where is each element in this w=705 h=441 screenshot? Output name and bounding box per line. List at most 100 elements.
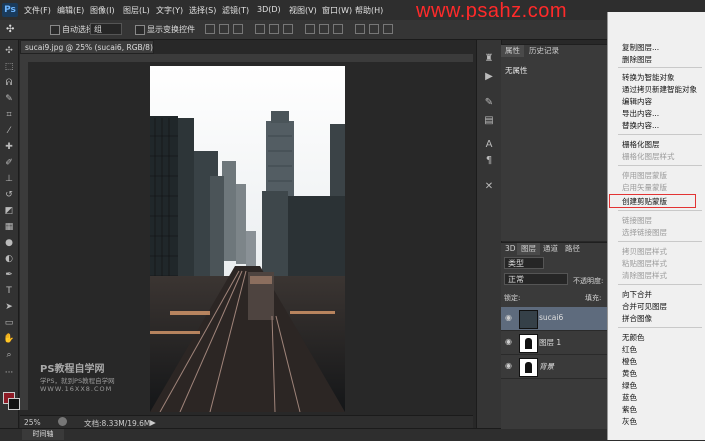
auto-select-checkbox[interactable] [50,25,60,35]
distribute-left-icon[interactable] [355,24,365,34]
menu-delete-layer[interactable]: 删除图层 [622,54,652,65]
menu-new-smart-object-via-copy[interactable]: 通过拷贝新建智能对象 [622,84,697,95]
menu-replace-contents[interactable]: 替换内容... [622,120,659,131]
lasso-icon[interactable]: ᕱ [2,76,16,90]
menu-view[interactable]: 视图(V) [289,5,317,16]
healing-brush-icon[interactable]: ✚ [2,140,16,154]
blend-mode-dropdown[interactable]: 正常 [504,273,568,285]
show-transform-checkbox[interactable] [135,25,145,35]
document-image[interactable] [150,66,345,412]
menu-edit-contents[interactable]: 编辑内容 [622,96,652,107]
menu-color-red[interactable]: 红色 [622,344,637,355]
menu-rasterize-layer[interactable]: 栅格化图层 [622,139,660,150]
eraser-icon[interactable]: ◩ [2,204,16,218]
menu-copy-layer-style[interactable]: 拷贝图层样式 [622,246,667,257]
visibility-eye-icon[interactable]: ◉ [505,337,514,346]
menu-clear-layer-style[interactable]: 清除图层样式 [622,270,667,281]
menu-color-none[interactable]: 无颜色 [622,332,645,343]
document-tab[interactable]: sucai9.jpg @ 25% (sucai6, RGB/8) * × [20,40,154,66]
menu-flatten-image[interactable]: 拼合图像 [622,313,652,324]
character-panel-icon[interactable]: A [482,138,496,152]
menu-link-layers[interactable]: 链接图层 [622,215,652,226]
menu-color-yellow[interactable]: 黄色 [622,368,637,379]
paragraph-panel-icon[interactable]: ¶ [482,154,496,168]
align-vcenter-icon[interactable] [219,24,229,34]
menu-edit[interactable]: 编辑(E) [57,5,84,16]
menu-color-violet[interactable]: 紫色 [622,404,637,415]
align-left-icon[interactable] [255,24,265,34]
menu-export-contents[interactable]: 导出内容... [622,108,659,119]
layer-kind-filter[interactable]: 类型 [504,257,544,269]
distribute-top-icon[interactable] [305,24,315,34]
align-hcenter-icon[interactable] [269,24,279,34]
visibility-eye-icon[interactable]: ◉ [505,361,514,370]
more-tools-icon[interactable]: ··· [2,366,16,380]
menu-filter[interactable]: 滤镜(T) [222,5,249,16]
menu-file[interactable]: 文件(F) [24,5,51,16]
distribute-vcenter-icon[interactable] [319,24,329,34]
tab-paths[interactable]: 路径 [561,243,584,255]
shape-icon[interactable]: ▭ [2,316,16,330]
align-right-icon[interactable] [283,24,293,34]
gradient-icon[interactable]: ▦ [2,220,16,234]
visibility-eye-icon[interactable]: ◉ [505,313,514,322]
menu-merge-down[interactable]: 向下合并 [622,289,652,300]
type-icon[interactable]: T [2,284,16,298]
menu-help[interactable]: 帮助(H) [355,5,383,16]
menu-color-green[interactable]: 绿色 [622,380,637,391]
eyedropper-icon[interactable]: ⁄ [2,124,16,138]
clone-stamp-icon[interactable]: ⊥ [2,172,16,186]
align-bottom-icon[interactable] [233,24,243,34]
menu-color-blue[interactable]: 蓝色 [622,392,637,403]
menu-layer[interactable]: 图层(L) [123,5,150,16]
clone-source-icon[interactable]: ▤ [482,114,496,128]
menu-3d[interactable]: 3D(D) [257,5,281,14]
move-tool-icon[interactable]: ✣ [6,24,14,35]
menu-color-orange[interactable]: 橙色 [622,356,637,367]
auto-select-dropdown[interactable]: 组 [90,23,122,35]
distribute-right-icon[interactable] [383,24,393,34]
layer-row[interactable]: ◉ 图层 1 [501,331,607,355]
status-menu-icon[interactable]: ▶ [150,418,156,427]
menu-disable-layer-mask[interactable]: 停用图层蒙版 [622,170,667,181]
menu-select-linked-layers[interactable]: 选择链接图层 [622,227,667,238]
blur-icon[interactable]: ● [2,236,16,250]
tab-properties[interactable]: 属性 [501,45,524,57]
menu-image[interactable]: 图像(I) [90,5,115,16]
zoom-icon[interactable]: ⌕ [2,348,16,362]
menu-rasterize-layer-style[interactable]: 栅格化图层样式 [622,151,675,162]
history-panel-icon[interactable]: ♜ [482,52,496,66]
menu-duplicate-layer[interactable]: 复制图层... [622,42,659,53]
quick-select-icon[interactable]: ✎ [2,92,16,106]
dodge-icon[interactable]: ◐ [2,252,16,266]
menu-merge-visible[interactable]: 合并可见图层 [622,301,667,312]
marquee-icon[interactable]: ⬚ [2,60,16,74]
background-color-swatch[interactable] [8,398,20,410]
align-top-icon[interactable] [205,24,215,34]
menu-convert-smart-object[interactable]: 转换为智能对象 [622,72,675,83]
tab-layers[interactable]: 图层 [517,243,540,255]
actions-panel-icon[interactable]: ▶ [482,70,496,84]
menu-enable-vector-mask[interactable]: 启用矢量蒙版 [622,182,667,193]
crop-icon[interactable]: ⌗ [2,108,16,122]
history-brush-icon[interactable]: ↺ [2,188,16,202]
distribute-bottom-icon[interactable] [333,24,343,34]
brush-panel-icon[interactable]: ✎ [482,96,496,110]
status-icon[interactable] [58,417,67,426]
timeline-tab[interactable]: 时间轴 [22,429,64,440]
layer-row[interactable]: ◉ 背景 [501,355,607,379]
layer-row[interactable]: ◉ sucai6 [501,307,607,331]
menu-type[interactable]: 文字(Y) [156,5,183,16]
distribute-hcenter-icon[interactable] [369,24,379,34]
pen-icon[interactable]: ✒ [2,268,16,282]
zoom-level[interactable]: 25% [24,418,41,427]
menu-select[interactable]: 选择(S) [189,5,216,16]
brush-icon[interactable]: ✐ [2,156,16,170]
move-icon[interactable]: ✣ [2,44,16,58]
path-select-icon[interactable]: ➤ [2,300,16,314]
menu-paste-layer-style[interactable]: 粘贴图层样式 [622,258,667,269]
tab-channels[interactable]: 通道 [539,243,562,255]
menu-color-gray[interactable]: 灰色 [622,416,637,427]
tool-presets-icon[interactable]: ✕ [482,180,496,194]
tab-history[interactable]: 历史记录 [525,45,563,57]
